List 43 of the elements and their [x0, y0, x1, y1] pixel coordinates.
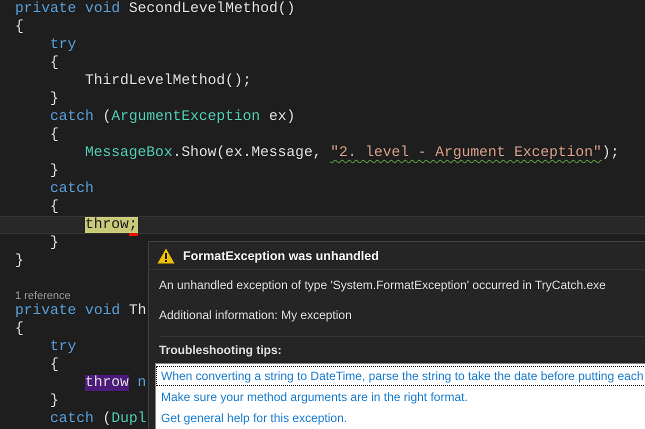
code-token: ex)	[268, 109, 296, 125]
code-token: private void	[15, 1, 122, 17]
code-token: SecondLevelMethod()	[128, 1, 296, 17]
codelens-reference[interactable]: 1 reference	[15, 290, 71, 302]
tip-link[interactable]: Make sure your method arguments are in the right format.	[156, 387, 645, 407]
tip-link[interactable]: Get general help for this exception.	[156, 408, 645, 428]
warning-icon	[157, 248, 175, 264]
code-token: {	[15, 19, 24, 35]
code-token: .Show(ex.Message,	[172, 145, 322, 161]
tip-link[interactable]: When converting a string to DateTime, parse the string to take the date before putting each	[156, 366, 645, 386]
code-token: {	[50, 199, 59, 215]
code-token: ThirdLevelMethod();	[85, 73, 252, 89]
code-token: try	[50, 37, 76, 53]
code-token: catch	[50, 181, 94, 197]
code-token: (	[102, 411, 112, 427]
tips-heading: Troubleshooting tips:	[159, 336, 645, 361]
exception-message: An unhandled exception of type 'System.FormatException' occurred in TryCatch.exe	[159, 277, 607, 294]
code-token: }	[50, 163, 59, 179]
code-token: {	[50, 127, 59, 143]
code-token: n	[136, 375, 146, 391]
exception-statement: throw;	[85, 217, 138, 233]
code-token: Th	[128, 303, 146, 319]
code-token: private void	[15, 303, 122, 319]
code-token: {	[50, 55, 59, 71]
code-token: }	[15, 253, 24, 269]
code-token: "2. level - Argument Exception"	[330, 145, 602, 161]
code-token: }	[50, 91, 59, 107]
code-token: ArgumentException	[111, 109, 260, 125]
additional-info: Additional information: My exception	[159, 307, 353, 324]
code-token: );	[602, 145, 620, 161]
code-token: (	[102, 109, 112, 125]
code-token: {	[50, 357, 59, 373]
popup-title: FormatException was unhandled	[183, 248, 379, 262]
code-token: catch	[50, 109, 94, 125]
error-marker	[128, 233, 138, 236]
code-token: throw	[85, 375, 129, 391]
code-token: Dupl	[111, 411, 146, 427]
code-token: try	[50, 339, 76, 355]
code-token: }	[50, 393, 59, 409]
code-token: {	[15, 321, 24, 337]
code-token: MessageBox	[85, 145, 173, 161]
code-token: catch	[50, 411, 94, 427]
code-token: }	[50, 235, 59, 251]
